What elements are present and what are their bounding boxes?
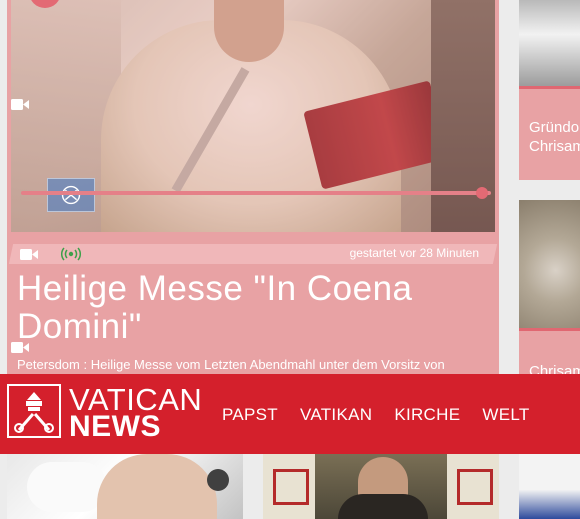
broadcast-icon [61, 247, 81, 261]
started-time: gestartet vor 28 Minuten [350, 246, 479, 260]
video-player[interactable] [11, 0, 495, 232]
video-camera-icon [11, 342, 29, 353]
side-card-title-line1: Gründo [529, 119, 580, 136]
side-card-image [519, 0, 580, 86]
nav-item-papst[interactable]: PAPST [222, 405, 278, 425]
article-thumbnail[interactable] [7, 454, 243, 519]
featured-live-card[interactable]: gestartet vor 28 Minuten Heilige Messe "… [7, 0, 499, 380]
main-nav: PAPST VATIKAN KIRCHE WELT [222, 405, 530, 425]
feature-title[interactable]: Heilige Messe "In Coena Domini" [17, 270, 489, 346]
vatican-news-logo[interactable]: VATICAN NEWS [7, 384, 202, 443]
article-thumbnail[interactable] [263, 454, 499, 519]
nav-item-welt[interactable]: WELT [482, 405, 529, 425]
feature-description: Petersdom : Heilige Messe vom Letzten Ab… [17, 357, 445, 372]
video-seek-bar[interactable] [21, 191, 491, 195]
started-prefix: gestartet vor [349, 246, 417, 260]
vatican-media-watermark [47, 178, 95, 212]
article-thumbnail[interactable] [519, 454, 580, 519]
page: gestartet vor 28 Minuten Heilige Messe "… [0, 0, 580, 519]
side-card-title-line2: Chrisam [529, 138, 580, 155]
site-header: VATICAN NEWS PAPST VATIKAN KIRCHE WELT [0, 374, 580, 454]
nav-item-vatikan[interactable]: VATIKAN [300, 405, 372, 425]
nav-item-kirche[interactable]: KIRCHE [394, 405, 460, 425]
side-card-image [519, 200, 580, 328]
side-card-2[interactable]: Chrisam [519, 200, 580, 378]
started-value: 28 Minuten [419, 246, 479, 260]
video-seek-handle[interactable] [475, 187, 488, 199]
side-card-1[interactable]: Gründo Chrisam [519, 0, 580, 180]
video-camera-icon [20, 249, 38, 260]
papal-crest-icon [7, 384, 61, 438]
meta-bar: gestartet vor 28 Minuten [8, 244, 498, 264]
logo-text-bottom: NEWS [69, 410, 161, 443]
video-camera-icon [11, 99, 29, 110]
